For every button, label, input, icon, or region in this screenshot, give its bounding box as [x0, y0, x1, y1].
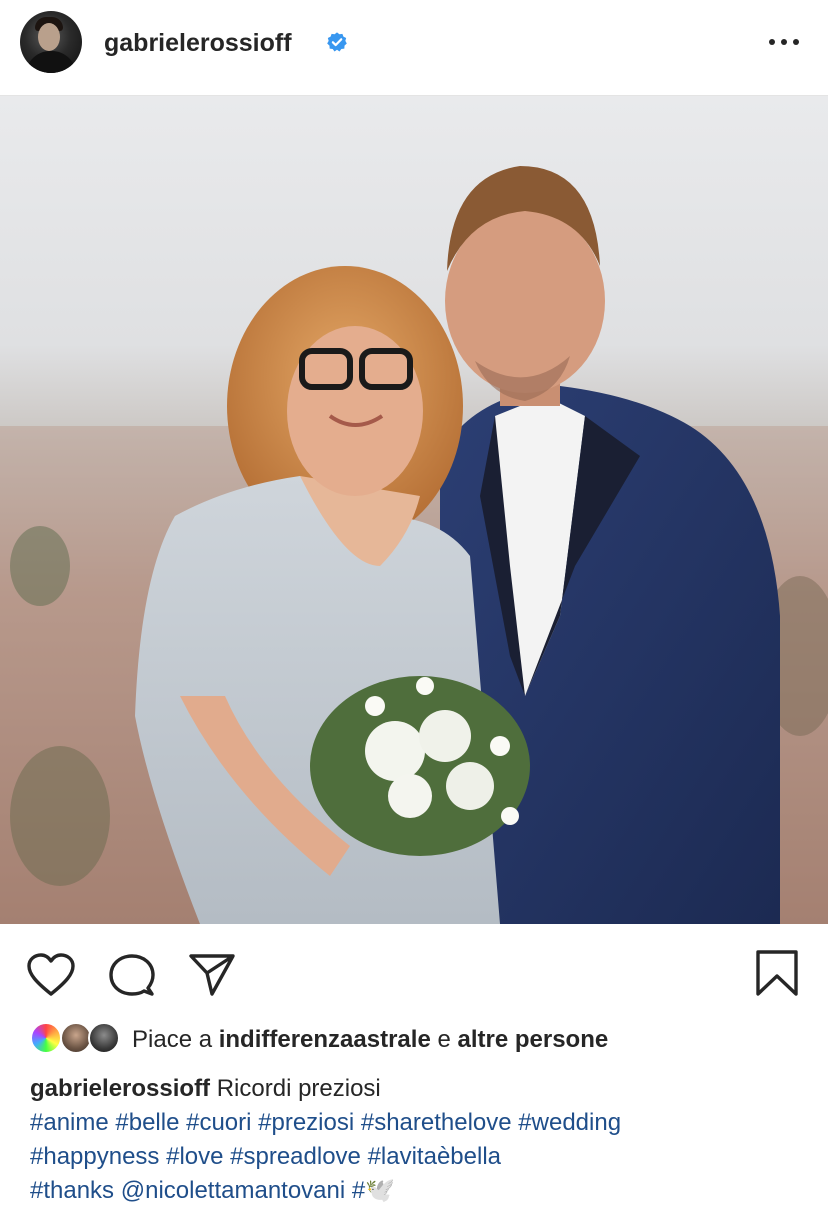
caption-username[interactable]: gabrielerossioff [30, 1075, 210, 1102]
more-dots-icon[interactable] [766, 30, 802, 54]
liker-username[interactable]: indifferenzaastrale [219, 1026, 431, 1053]
caption-line-4: #thanks @nicolettamantovani #🕊️ [30, 1174, 810, 1208]
share-icon[interactable] [188, 952, 236, 998]
dove-emoji-icon: 🕊️ [365, 1177, 396, 1204]
post-username[interactable]: gabrielerossioff [104, 29, 292, 58]
liker-avatar[interactable] [88, 1022, 120, 1054]
verified-badge-icon [327, 32, 347, 52]
heart-icon[interactable] [26, 952, 76, 998]
bookmark-icon[interactable] [754, 948, 800, 998]
post-caption: gabrielerossioff Ricordi preziosi #anime… [30, 1072, 810, 1208]
likes-others[interactable]: altre persone [457, 1026, 608, 1053]
likes-middle: e [430, 1026, 458, 1053]
liker-avatar[interactable] [30, 1022, 62, 1054]
likes-prefix: Piace a [132, 1026, 219, 1053]
likes-row: Piace a indifferenzaastrale e altre pers… [30, 1020, 810, 1060]
post-header: gabrielerossioff [0, 0, 828, 96]
likes-summary[interactable]: Piace a indifferenzaastrale e altre pers… [132, 1026, 608, 1054]
caption-hashtags-2[interactable]: #happyness #love #spreadlove #lavitaèbel… [30, 1140, 810, 1174]
post-photo[interactable] [0, 96, 828, 924]
profile-avatar[interactable] [20, 11, 82, 73]
caption-line-1: gabrielerossioff Ricordi preziosi [30, 1072, 810, 1106]
caption-hashtags-3[interactable]: #thanks @nicolettamantovani # [30, 1177, 365, 1204]
caption-hashtags-1[interactable]: #anime #belle #cuori #preziosi #sharethe… [30, 1106, 810, 1140]
post-actions-bar [0, 924, 828, 1016]
comment-icon[interactable] [108, 952, 156, 1000]
caption-text: Ricordi preziosi [210, 1075, 381, 1102]
